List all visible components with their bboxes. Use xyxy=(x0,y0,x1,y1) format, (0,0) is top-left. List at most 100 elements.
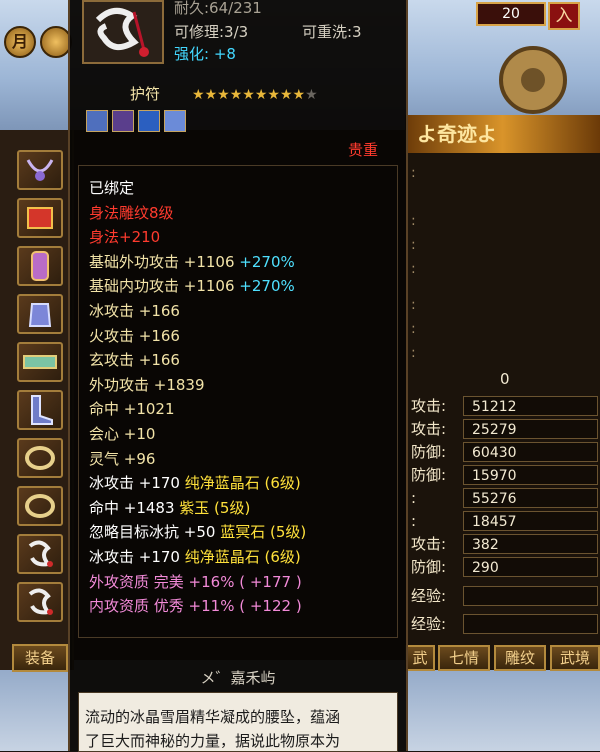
stat-label: : xyxy=(411,512,417,530)
gem-slot xyxy=(164,110,186,132)
property-line: 外功攻击 +1839 xyxy=(89,375,205,395)
property-text: 命中 +1483 xyxy=(89,498,175,517)
star-empty-icon: ★ xyxy=(305,87,318,103)
stat-row: : 55276 xyxy=(405,487,600,509)
necklace-icon xyxy=(26,159,54,181)
star-filled-icon: ★ xyxy=(254,87,268,103)
separator-dots: : xyxy=(411,297,416,313)
star-filled-icon: ★ xyxy=(229,87,243,103)
description-line: 流动的冰晶雪眉精华凝成的腰坠，蕴涵 xyxy=(85,708,341,726)
equip-slot-cuff[interactable] xyxy=(17,246,63,286)
tab-carving[interactable]: 雕纹 xyxy=(494,645,546,671)
separator-dots: : xyxy=(411,345,416,361)
property-line: 火攻击 +166 xyxy=(89,326,180,346)
separator-dots: : xyxy=(411,165,416,181)
property-text: 忽略目标冰抗 +50 xyxy=(89,523,216,542)
ring-icon xyxy=(25,446,55,470)
property-line: 冰攻击 +166 xyxy=(89,301,180,321)
item-description: 流动的冰晶雪眉精华凝成的腰坠，蕴涵 了巨大而神秘的力量，据说此物原本为 xyxy=(78,692,398,752)
stat-label: : xyxy=(411,489,417,507)
amulet-icon xyxy=(95,7,149,57)
tab-emotions[interactable]: 七情 xyxy=(438,645,490,671)
property-text: 身法雕纹8级 xyxy=(89,203,174,222)
exp-row: 经验: xyxy=(405,613,600,635)
moon-button-label: 月 xyxy=(11,32,28,51)
item-icon-frame xyxy=(82,0,164,64)
equip-slot-gauntlet[interactable] xyxy=(17,294,63,334)
rarity-label: 贵重 xyxy=(348,141,379,159)
equip-slot-boots[interactable] xyxy=(17,390,63,430)
enter-button[interactable]: 入 xyxy=(548,2,580,30)
property-text: 玄攻击 +166 xyxy=(89,351,180,370)
property-text: 内攻资质 优秀 xyxy=(89,597,184,616)
gauntlet-icon xyxy=(28,303,52,327)
ring-icon xyxy=(25,494,55,518)
property-extra: +11% ( +122 ) xyxy=(183,597,302,616)
star-filled-icon: ★ xyxy=(217,87,230,103)
tab-realm[interactable]: 武境 xyxy=(550,645,600,671)
item-maker: メ゛嘉禾屿 xyxy=(200,669,276,687)
property-text: 外攻资质 完美 xyxy=(89,572,184,591)
equip-slot-necklace[interactable] xyxy=(17,150,63,190)
tab-martial[interactable]: 武 xyxy=(405,645,435,671)
property-line: 会心 +10 xyxy=(89,424,155,444)
exp-value xyxy=(463,614,598,634)
zero-value: 0 xyxy=(500,370,510,388)
property-extra: 紫玉 (5级) xyxy=(174,498,251,517)
exp-label: 经验: xyxy=(411,615,447,633)
property-text: 基础外功攻击 +1106 xyxy=(89,252,235,271)
property-line: 命中 +1021 xyxy=(89,399,175,419)
stat-value: 290 xyxy=(463,557,598,577)
item-tooltip: 耐久:64/231 可修理:3/3 可重洗:3 强化: +8 护符 ★★★★★★… xyxy=(68,0,408,752)
exp-value xyxy=(463,586,598,606)
separator-dots: : xyxy=(411,321,416,337)
stat-value: 60430 xyxy=(463,442,598,462)
stat-row: : 18457 xyxy=(405,510,600,532)
property-line: 基础内功攻击 +1106 +270% xyxy=(89,276,295,296)
equip-slot-amulet-1[interactable] xyxy=(17,534,63,574)
property-line: 内攻资质 优秀 +11% ( +122 ) xyxy=(89,596,302,616)
property-text: 冰攻击 +166 xyxy=(89,302,180,320)
star-filled-icon: ★ xyxy=(279,87,293,103)
moon-button[interactable]: 月 xyxy=(4,26,36,58)
bracer-icon xyxy=(27,207,53,229)
stat-row: 防御: 290 xyxy=(405,556,600,578)
durability-text: 耐久:64/231 xyxy=(174,0,262,17)
stat-value: 51212 xyxy=(463,396,598,416)
equip-slot-belt[interactable] xyxy=(17,342,63,382)
cuff-icon xyxy=(31,251,49,281)
stat-row: 攻击: 51212 xyxy=(405,395,600,417)
property-line: 外攻资质 完美 +16% ( +177 ) xyxy=(89,572,302,592)
stat-row: 攻击: 25279 xyxy=(405,418,600,440)
property-extra: +16% ( +177 ) xyxy=(183,572,302,591)
property-text: 灵气 +96 xyxy=(89,449,156,468)
property-line: 已绑定 xyxy=(89,178,134,198)
property-line: 冰攻击 +170 纯净蓝晶石 (6级) xyxy=(89,473,301,493)
tab-equipment[interactable]: 装备 xyxy=(12,644,68,672)
star-filled-icon: ★ xyxy=(192,87,205,103)
equip-slot-ring-1[interactable] xyxy=(17,438,63,478)
repairable-text: 可修理:3/3 xyxy=(174,23,249,41)
separator-dots: : xyxy=(411,237,416,253)
stat-value: 55276 xyxy=(463,488,598,508)
enhance-text: 强化: +8 xyxy=(174,45,236,63)
equipment-column xyxy=(0,130,74,670)
equip-slot-amulet-2[interactable] xyxy=(17,582,63,622)
star-rating: ★★★★★★★★★★ xyxy=(192,84,318,103)
character-name-banner: よ奇迹よ xyxy=(405,115,600,153)
belt-icon xyxy=(23,355,57,369)
property-line: 冰攻击 +170 纯净蓝晶石 (6级) xyxy=(89,547,301,567)
property-text: 命中 +1021 xyxy=(89,400,175,419)
equip-slot-ring-2[interactable] xyxy=(17,486,63,526)
stat-value: 15970 xyxy=(463,465,598,485)
property-extra: +270% xyxy=(234,277,295,296)
item-properties: 已绑定 身法雕纹8级 身法+210 基础外功攻击 +1106 +270% 基础内功攻击 … xyxy=(78,165,398,638)
stat-row: 防御: 60430 xyxy=(405,441,600,463)
property-line: 身法雕纹8级 xyxy=(89,203,174,223)
equip-slot-bracer[interactable] xyxy=(17,198,63,238)
property-text: 火攻击 +166 xyxy=(89,326,180,345)
property-line: 命中 +1483 紫玉 (5级) xyxy=(89,498,250,518)
stat-row: 攻击: 382 xyxy=(405,533,600,555)
stat-value: 18457 xyxy=(463,511,598,531)
property-text: 外功攻击 +1839 xyxy=(89,375,205,394)
